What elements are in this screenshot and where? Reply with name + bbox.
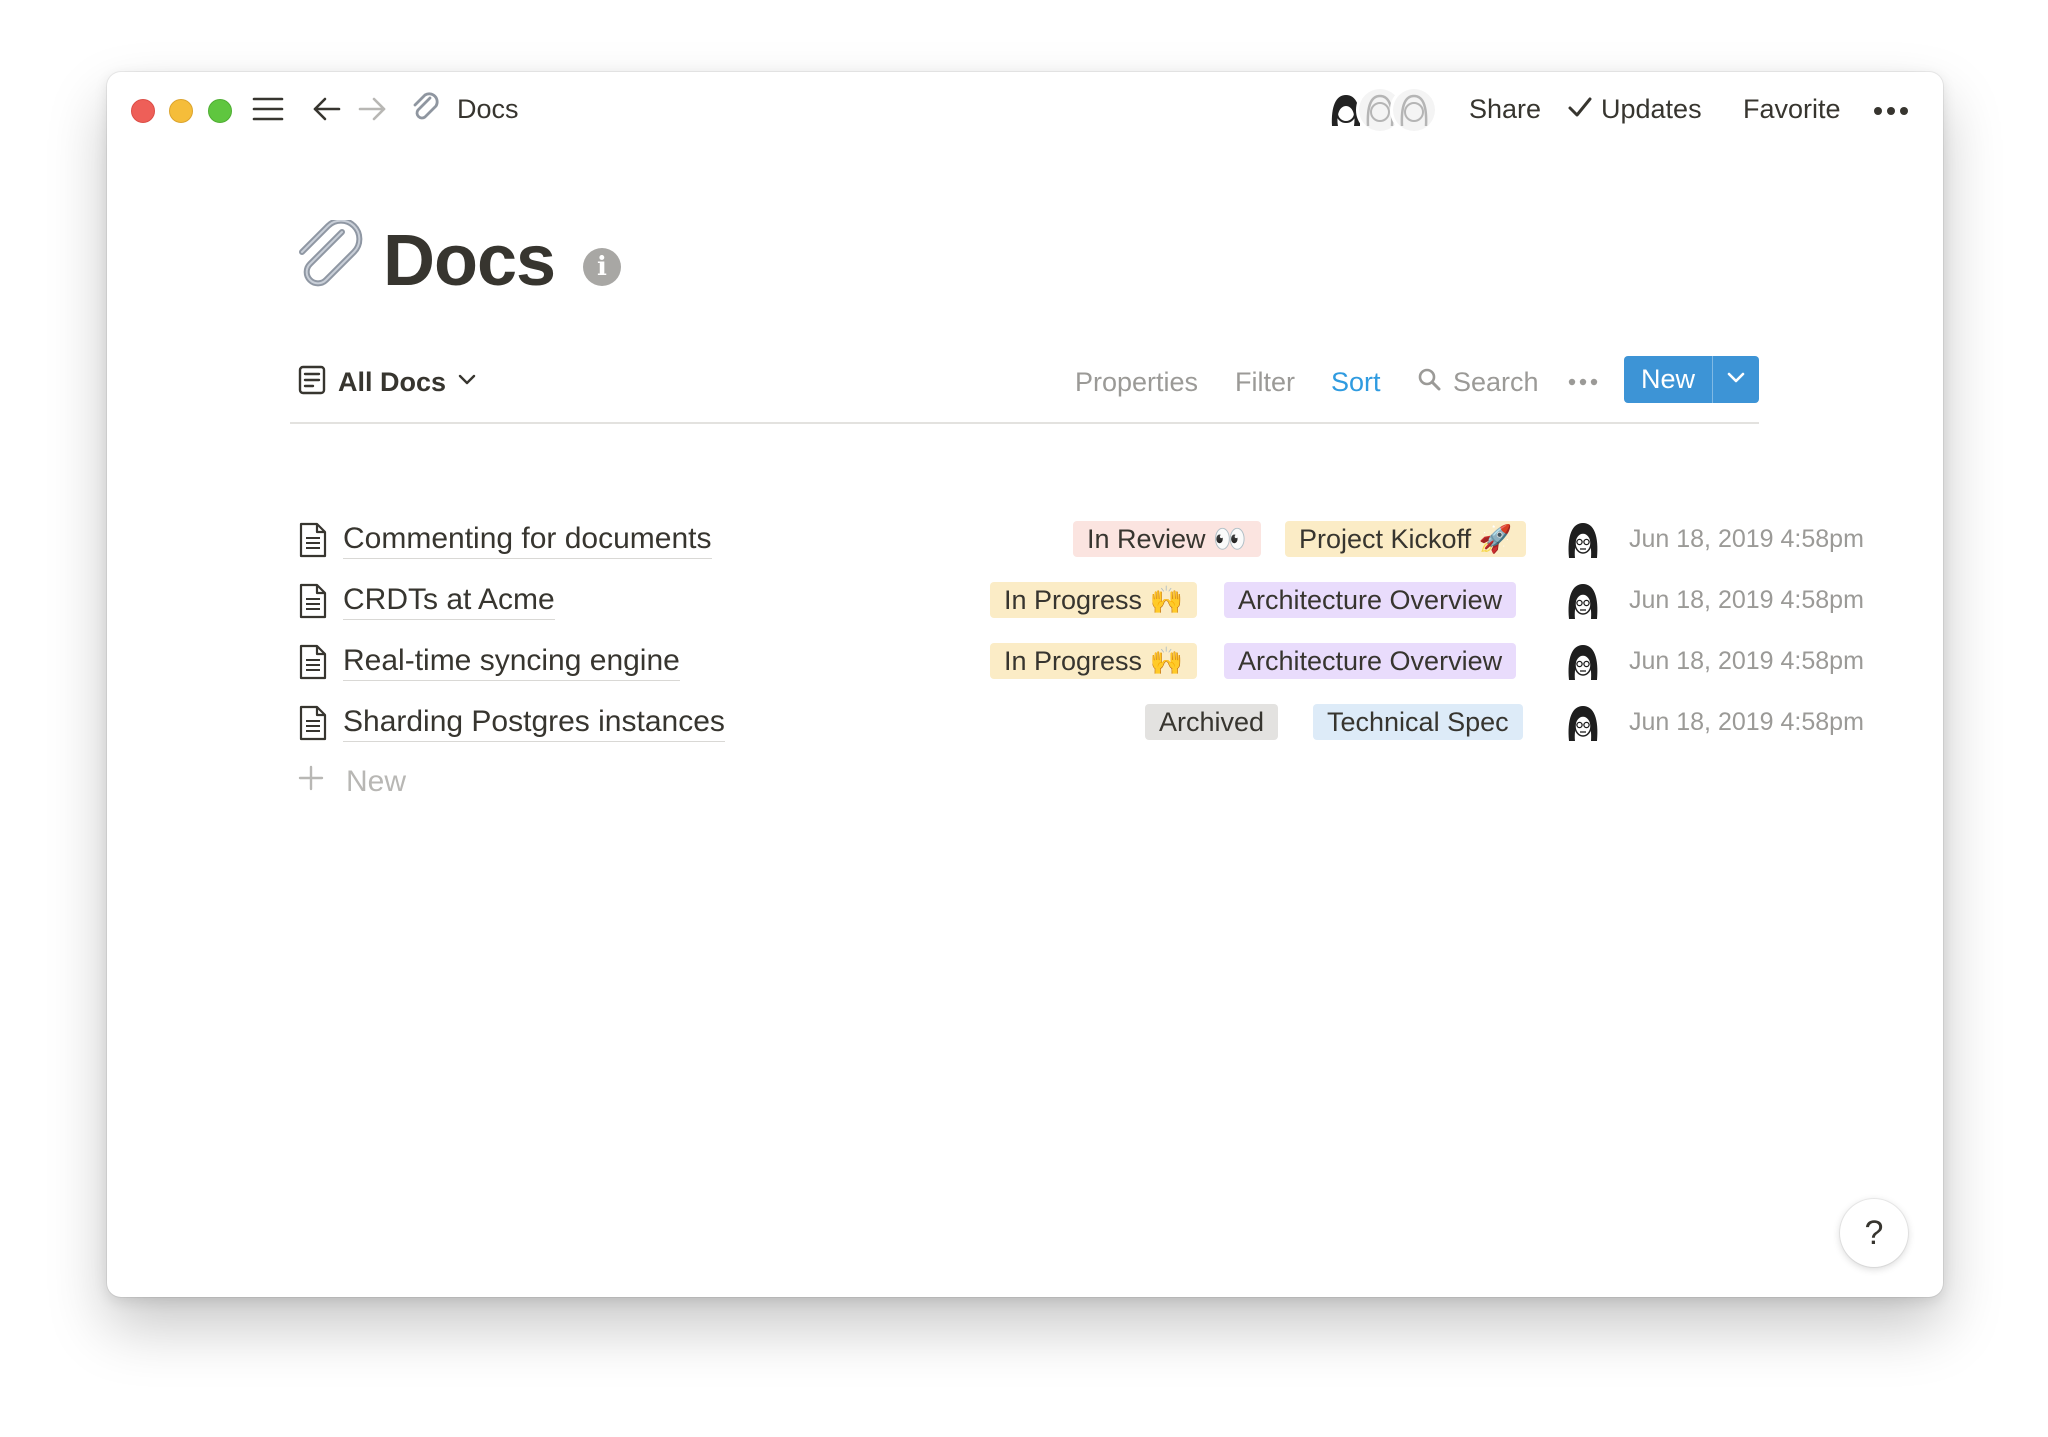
check-icon xyxy=(1567,91,1593,127)
add-row-label: New xyxy=(346,765,407,798)
close-window-button[interactable] xyxy=(131,99,155,123)
status-tag[interactable]: In Review 👀 xyxy=(1073,521,1261,557)
minimize-window-button[interactable] xyxy=(169,99,193,123)
doc-title[interactable]: CRDTs at Acme xyxy=(343,582,555,620)
table-view-icon xyxy=(298,365,326,400)
app-window: Docs Share Updates Favorite Docs i All D… xyxy=(107,72,1943,1297)
collaborator-avatars[interactable] xyxy=(1322,86,1442,134)
category-tag[interactable]: Architecture Overview xyxy=(1224,643,1517,679)
plus-icon xyxy=(298,765,324,799)
updated-timestamp: Jun 18, 2019 4:58pm xyxy=(1629,647,1864,675)
search-button[interactable]: Search xyxy=(1417,362,1539,402)
avatar[interactable] xyxy=(1561,518,1605,562)
sort-button[interactable]: Sort xyxy=(1331,362,1381,402)
help-button[interactable]: ? xyxy=(1840,1199,1908,1267)
search-label: Search xyxy=(1453,367,1539,397)
properties-button[interactable]: Properties xyxy=(1075,362,1198,402)
document-icon xyxy=(298,583,328,619)
back-arrow-icon[interactable] xyxy=(310,92,344,126)
updated-timestamp: Jun 18, 2019 4:58pm xyxy=(1629,525,1864,553)
category-tag[interactable]: Project Kickoff 🚀 xyxy=(1285,521,1527,557)
paperclip-icon[interactable] xyxy=(292,217,370,298)
chevron-down-icon xyxy=(458,373,476,391)
add-new-row-button[interactable]: New xyxy=(298,762,406,802)
title-bar: Docs Share Updates Favorite xyxy=(107,72,1943,146)
new-button-group: New xyxy=(1624,356,1759,403)
updates-label: Updates xyxy=(1601,94,1702,124)
new-dropdown-button[interactable] xyxy=(1713,356,1759,403)
updated-timestamp: Jun 18, 2019 4:58pm xyxy=(1629,586,1864,614)
list-item[interactable]: Sharding Postgres instances Archived Tec… xyxy=(290,697,1864,749)
list-item[interactable]: Commenting for documents In Review 👀 Pro… xyxy=(290,514,1864,566)
list-item[interactable]: Real-time syncing engine In Progress 🙌 A… xyxy=(290,636,1864,688)
document-icon xyxy=(298,705,328,741)
status-tag[interactable]: Archived xyxy=(1145,704,1279,740)
new-button[interactable]: New xyxy=(1624,356,1712,403)
category-tag[interactable]: Architecture Overview xyxy=(1224,582,1517,618)
page-title[interactable]: Docs xyxy=(383,216,556,306)
doc-title[interactable]: Real-time syncing engine xyxy=(343,643,680,681)
doc-title[interactable]: Commenting for documents xyxy=(343,521,712,559)
maximize-window-button[interactable] xyxy=(208,99,232,123)
hamburger-menu-icon[interactable] xyxy=(251,92,285,126)
more-options-icon[interactable] xyxy=(1871,96,1911,126)
updates-button[interactable]: Updates xyxy=(1567,91,1702,127)
document-icon xyxy=(298,522,328,558)
view-more-options-icon[interactable] xyxy=(1566,366,1600,398)
forward-arrow-icon[interactable] xyxy=(355,92,389,126)
filter-button[interactable]: Filter xyxy=(1235,362,1295,402)
share-button[interactable]: Share xyxy=(1469,91,1541,127)
paperclip-icon xyxy=(407,92,445,126)
info-icon[interactable]: i xyxy=(583,248,621,286)
updated-timestamp: Jun 18, 2019 4:58pm xyxy=(1629,708,1864,736)
avatar[interactable] xyxy=(1561,579,1605,623)
breadcrumb[interactable]: Docs xyxy=(457,91,519,127)
status-tag[interactable]: In Progress 🙌 xyxy=(990,643,1198,679)
header-divider xyxy=(290,422,1759,424)
view-switcher[interactable]: All Docs xyxy=(298,362,476,402)
view-name: All Docs xyxy=(338,366,447,397)
avatar[interactable] xyxy=(1561,701,1605,745)
search-icon xyxy=(1417,362,1441,402)
document-icon xyxy=(298,644,328,680)
favorite-button[interactable]: Favorite xyxy=(1743,91,1841,127)
chevron-down-icon xyxy=(1727,371,1745,389)
category-tag[interactable]: Technical Spec xyxy=(1313,704,1523,740)
list-item[interactable]: CRDTs at Acme In Progress 🙌 Architecture… xyxy=(290,575,1864,627)
status-tag[interactable]: In Progress 🙌 xyxy=(990,582,1198,618)
doc-title[interactable]: Sharding Postgres instances xyxy=(343,704,725,742)
avatar[interactable] xyxy=(1561,640,1605,684)
avatar[interactable] xyxy=(1390,86,1438,134)
